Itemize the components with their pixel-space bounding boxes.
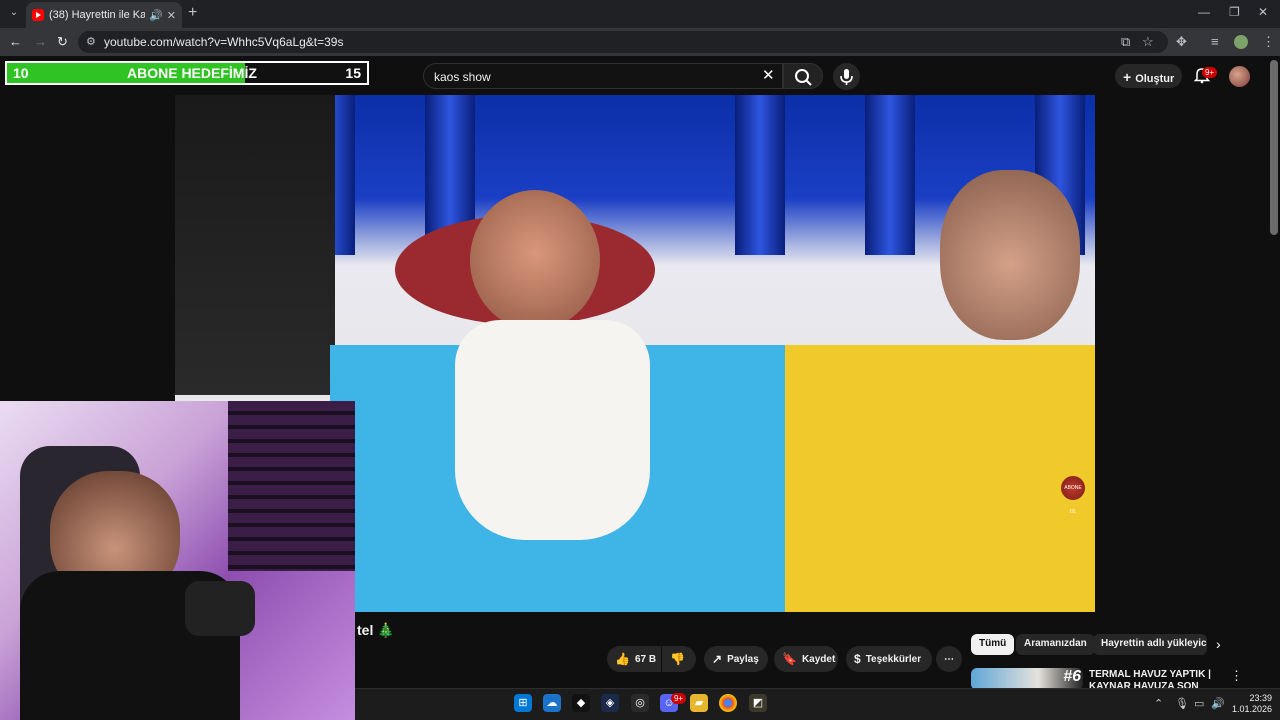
- obs-icon[interactable]: ◎: [631, 694, 649, 712]
- goal-label: ABONE HEDEFİMİZ: [127, 65, 257, 81]
- forward-icon[interactable]: →: [34, 34, 47, 49]
- media-control-icon[interactable]: ≡: [1211, 34, 1219, 49]
- tab-title: (38) Hayrettin ile Kaos Show: [49, 9, 146, 21]
- chip-from-search[interactable]: Aramanızdan: [1016, 634, 1095, 655]
- share-label: Paylaş: [727, 653, 759, 665]
- dislike-button[interactable]: 👎: [662, 646, 696, 672]
- bookmark-icon: 🔖: [782, 652, 797, 666]
- restore-icon[interactable]: ❐: [1229, 5, 1240, 19]
- thumbs-down-icon: 👎: [670, 652, 685, 666]
- reload-icon[interactable]: ↻: [57, 34, 68, 50]
- install-app-icon[interactable]: ⧉: [1121, 34, 1130, 50]
- microphone-icon: [840, 69, 853, 85]
- game-app-icon[interactable]: ◩: [749, 694, 767, 712]
- profile-icon[interactable]: [1234, 35, 1248, 49]
- tab-youtube[interactable]: (38) Hayrettin ile Kaos Show 🔊 ✕: [26, 2, 182, 28]
- goal-current: 10: [13, 65, 29, 81]
- video-frame-detail: [940, 170, 1080, 340]
- super-thanks-icon: $: [854, 652, 861, 666]
- tray-volume-icon[interactable]: 🔊: [1211, 697, 1225, 710]
- recommendation-badge: #6: [1063, 668, 1081, 685]
- share-button[interactable]: ↗ Paylaş: [704, 646, 768, 672]
- clock-time: 23:39: [1249, 693, 1272, 703]
- windows-taskbar: [355, 688, 1280, 720]
- file-explorer-icon[interactable]: ▰: [690, 694, 708, 712]
- search-icon: [795, 69, 812, 86]
- video-frame-detail: [455, 320, 650, 540]
- vpn-app-icon[interactable]: ◈: [601, 694, 619, 712]
- youtube-favicon-icon: [32, 9, 44, 21]
- share-icon: ↗: [712, 652, 723, 666]
- bookmark-star-icon[interactable]: ☆: [1142, 34, 1154, 50]
- clock-date: 1.01.2026: [1231, 704, 1272, 714]
- create-button[interactable]: + Oluştur: [1115, 64, 1182, 88]
- subscriber-goal-overlay: 10 ABONE HEDEFİMİZ 15: [5, 61, 369, 85]
- close-tab-icon[interactable]: ✕: [167, 9, 176, 22]
- video-frame-detail: [175, 95, 335, 395]
- video-frame-detail: [865, 95, 915, 255]
- webcam-overlay: [0, 401, 355, 720]
- video-title: tel 🎄: [357, 622, 395, 638]
- save-button[interactable]: 🔖 Kaydet: [774, 646, 838, 672]
- recommendation-thumbnail[interactable]: #6: [971, 668, 1083, 690]
- site-info-icon[interactable]: ⚙: [86, 31, 96, 53]
- like-count: 67 B: [634, 653, 657, 665]
- tab-search-icon[interactable]: ⌄: [6, 5, 22, 21]
- minimize-icon[interactable]: —: [1198, 5, 1210, 19]
- plus-icon: +: [1123, 69, 1132, 85]
- video-frame-detail: [785, 345, 1095, 612]
- search-button[interactable]: [783, 63, 823, 89]
- search-input[interactable]: kaos show: [423, 63, 783, 89]
- close-window-icon[interactable]: ✕: [1258, 5, 1268, 19]
- account-avatar[interactable]: [1229, 66, 1250, 87]
- media-app-icon[interactable]: ◆: [572, 694, 590, 712]
- chrome-icon[interactable]: [719, 694, 737, 712]
- discord-badge: 9+: [671, 693, 686, 704]
- thumbs-up-icon: 👍: [615, 652, 630, 666]
- goal-target: 15: [345, 65, 361, 81]
- browser-toolbar: ← → ↻ ⚙ youtube.com/watch?v=Whhc5Vq6aLg&…: [0, 28, 1280, 56]
- create-label: Oluştur: [1135, 73, 1175, 85]
- tray-mic-icon[interactable]: 🎙: [1175, 697, 1189, 710]
- video-frame-detail: [470, 190, 600, 330]
- address-bar[interactable]: ⚙ youtube.com/watch?v=Whhc5Vq6aLg&t=39s: [78, 31, 1168, 53]
- thanks-button[interactable]: $ Teşekkürler: [846, 646, 932, 672]
- browser-tabstrip: ⌄ (38) Hayrettin ile Kaos Show 🔊 ✕ + — ❐…: [0, 0, 1280, 28]
- video-frame-detail: [735, 95, 785, 255]
- chevron-right-icon[interactable]: ›: [1216, 636, 1221, 652]
- webcam-microphone: [185, 581, 255, 636]
- webcam-background-blinds: [228, 401, 355, 571]
- page-scrollbar[interactable]: [1270, 60, 1278, 235]
- browser-menu-icon[interactable]: ⋮: [1262, 34, 1275, 50]
- recommendation-menu-icon[interactable]: ⋮: [1230, 668, 1243, 684]
- chip-all[interactable]: Tümü: [971, 634, 1015, 655]
- like-button[interactable]: 👍 67 B: [607, 646, 661, 672]
- system-clock[interactable]: 23:39 1.01.2026: [1228, 693, 1272, 715]
- channel-watermark[interactable]: ABONE OL: [1061, 476, 1085, 515]
- start-menu-icon[interactable]: ⊞: [514, 694, 532, 712]
- extensions-icon[interactable]: ✥: [1176, 34, 1187, 50]
- tray-display-icon[interactable]: ▭: [1194, 697, 1204, 710]
- back-icon[interactable]: ←: [9, 34, 22, 49]
- tray-chevron-icon[interactable]: ⌃: [1154, 697, 1163, 710]
- clear-search-icon[interactable]: ✕: [762, 66, 775, 84]
- voice-search-button[interactable]: [833, 63, 860, 90]
- new-tab-button[interactable]: +: [188, 4, 197, 22]
- widgets-icon[interactable]: ☁: [543, 694, 561, 712]
- chip-uploader[interactable]: Hayrettin adlı yükleyicid: [1093, 634, 1207, 655]
- more-actions-button[interactable]: ⋯: [936, 646, 962, 672]
- url-text: youtube.com/watch?v=Whhc5Vq6aLg&t=39s: [104, 35, 344, 49]
- speaker-icon[interactable]: 🔊: [149, 9, 163, 22]
- notification-badge: 9+: [1202, 67, 1217, 78]
- thanks-label: Teşekkürler: [865, 653, 922, 665]
- save-label: Kaydet: [801, 653, 836, 665]
